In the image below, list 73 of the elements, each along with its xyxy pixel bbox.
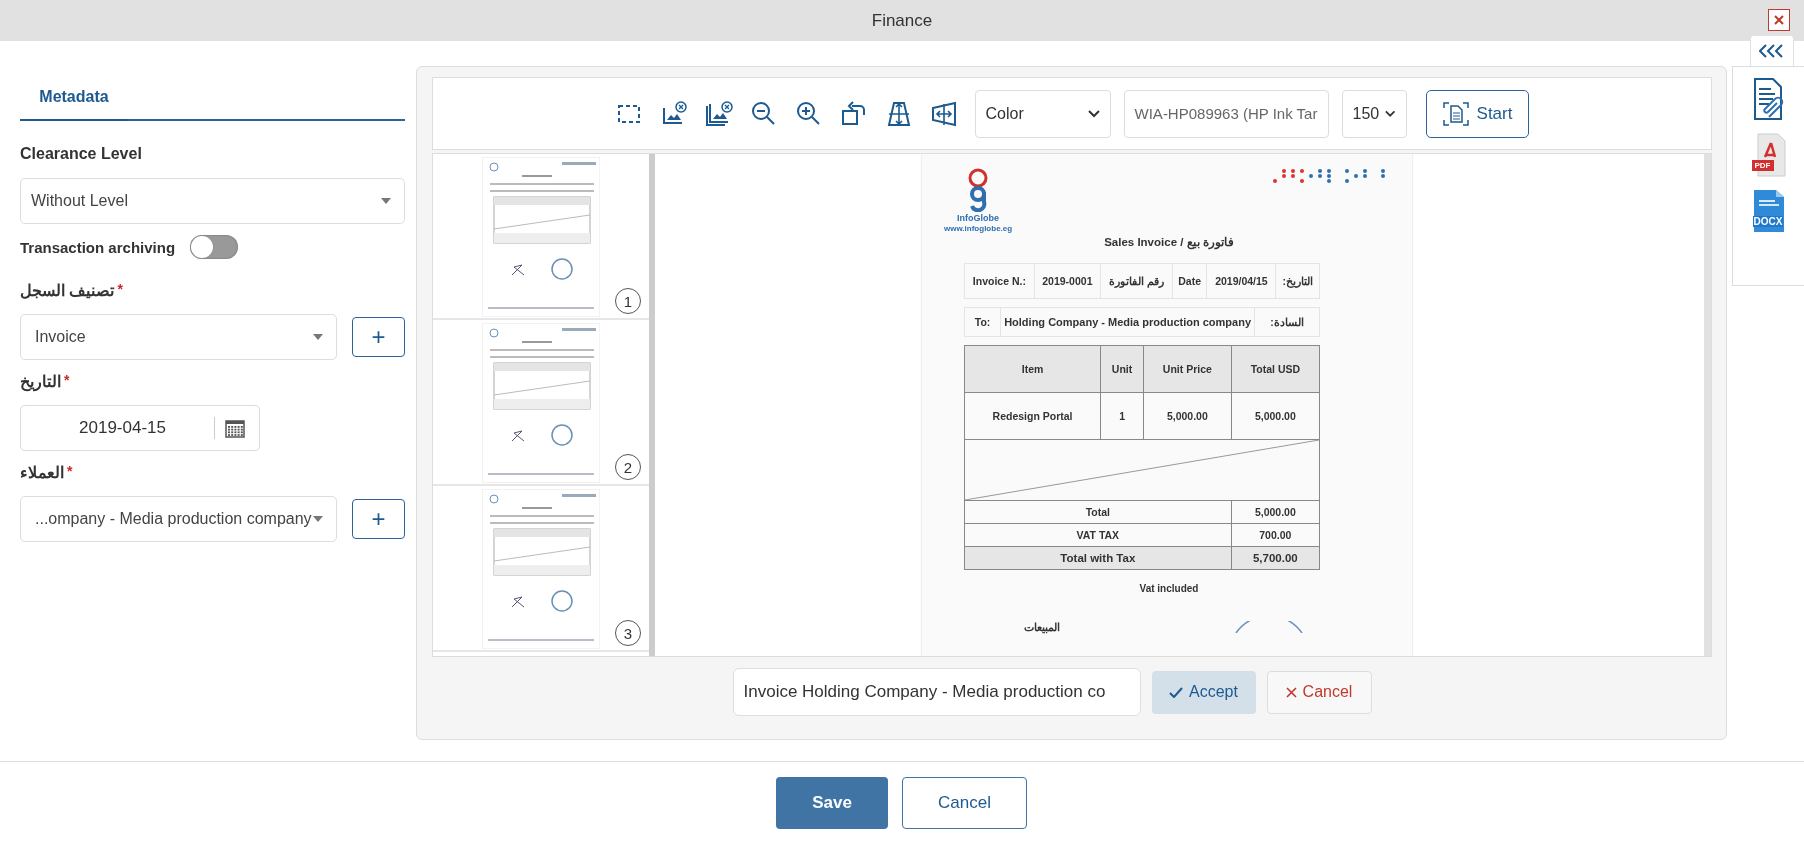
flip-horizontal-icon[interactable] bbox=[929, 99, 958, 128]
field-label: العملاء bbox=[20, 463, 64, 482]
field-label: Clearance Level bbox=[20, 145, 142, 163]
field-label: Transaction archiving bbox=[20, 238, 176, 256]
table-cell: To: bbox=[964, 307, 1001, 337]
scan-icon bbox=[1442, 101, 1469, 126]
table-cell: Holding Company - Media production company bbox=[1000, 307, 1255, 337]
signature-label: المبيعات bbox=[1024, 621, 1060, 633]
column-header: Unit Price bbox=[1143, 345, 1232, 393]
table-cell: 700.00 bbox=[1231, 523, 1320, 547]
page-number: 3 bbox=[615, 620, 641, 646]
table-cell: 2019/04/15 bbox=[1206, 263, 1276, 299]
field-label: التاريخ bbox=[20, 372, 61, 391]
caret-icon bbox=[380, 197, 392, 205]
document-title: Sales Invoice / فاتورة بيع bbox=[1103, 235, 1235, 249]
document-name-field[interactable]: Invoice Holding Company - Media production co bbox=[732, 668, 1141, 716]
document-attachment-icon[interactable] bbox=[1752, 77, 1785, 121]
docx-icon[interactable]: DOCX bbox=[1751, 189, 1786, 233]
scanner-select[interactable]: WIA-HP089963 (HP Ink Tar bbox=[1123, 89, 1329, 138]
cancel-button[interactable]: Cancel bbox=[902, 777, 1027, 829]
caret-icon bbox=[312, 515, 324, 523]
toggle-switch[interactable] bbox=[190, 235, 239, 259]
resolution-select[interactable]: 150 bbox=[1341, 89, 1407, 138]
table-cell: VAT TAX bbox=[964, 523, 1232, 547]
table-cell: Total with Tax bbox=[964, 546, 1232, 570]
table-cell: 5,000.00 bbox=[1231, 392, 1320, 440]
add-button[interactable]: + bbox=[352, 317, 405, 357]
required-mark: * bbox=[67, 463, 73, 479]
field-label: تصنيف السجل bbox=[20, 281, 115, 300]
stamp-drawing bbox=[1234, 621, 1304, 633]
save-button[interactable]: Save bbox=[776, 777, 888, 829]
column-header: Total USD bbox=[1231, 345, 1320, 393]
table-cell: Invoice N.: bbox=[964, 263, 1035, 299]
close-icon[interactable] bbox=[1768, 9, 1790, 31]
document-note: Vat included bbox=[1138, 583, 1200, 594]
column-header: Item bbox=[964, 345, 1101, 393]
logo-name: InfoGlobe bbox=[957, 213, 1000, 223]
table-cell: Redesign Portal bbox=[964, 392, 1101, 440]
start-button[interactable]: Start bbox=[1425, 89, 1530, 138]
add-button[interactable]: + bbox=[352, 499, 405, 539]
page-number: 1 bbox=[615, 288, 641, 314]
table-cell: السادة: bbox=[1254, 307, 1320, 337]
table-cell: 1 bbox=[1100, 392, 1144, 440]
column-header: Unit bbox=[1100, 345, 1144, 393]
table-cell: رقم الفاتورة bbox=[1100, 263, 1173, 299]
chevron-icon bbox=[1385, 109, 1396, 118]
metadata-tab[interactable]: Metadata bbox=[20, 88, 128, 121]
cancel-button[interactable]: Cancel bbox=[1266, 670, 1372, 714]
table-cell: 5,000.00 bbox=[1143, 392, 1232, 440]
images-remove-icon[interactable] bbox=[704, 99, 733, 128]
table-cell: Date bbox=[1172, 263, 1207, 299]
close-icon bbox=[1285, 686, 1297, 698]
chevron-icon bbox=[1087, 109, 1100, 118]
check-icon bbox=[1169, 686, 1184, 698]
page-number: 2 bbox=[615, 454, 641, 480]
select-field[interactable]: Without Level bbox=[20, 178, 405, 224]
table-cell: Total bbox=[964, 500, 1232, 524]
table-cell: 2019-0001 bbox=[1034, 263, 1101, 299]
table-cell: 5,000.00 bbox=[1231, 500, 1320, 524]
window-title: Finance bbox=[871, 10, 933, 31]
collapse-icon[interactable] bbox=[1759, 44, 1785, 58]
table-cell: التاريخ: bbox=[1275, 263, 1320, 299]
color-mode-select[interactable]: Color bbox=[974, 89, 1111, 138]
required-mark: * bbox=[64, 372, 70, 388]
required-mark: * bbox=[117, 281, 123, 297]
calendar-icon[interactable] bbox=[225, 418, 245, 438]
accept-button[interactable]: Accept bbox=[1151, 670, 1256, 714]
rotate-icon[interactable] bbox=[839, 99, 868, 128]
date-field[interactable]: 2019-04-15 bbox=[20, 405, 260, 451]
select-field[interactable]: Invoice bbox=[20, 314, 337, 360]
logo-website: www.infoglobe.eg bbox=[944, 224, 1013, 233]
select-field[interactable]: ...ompany - Media production company bbox=[20, 496, 337, 542]
caret-icon bbox=[312, 333, 324, 341]
